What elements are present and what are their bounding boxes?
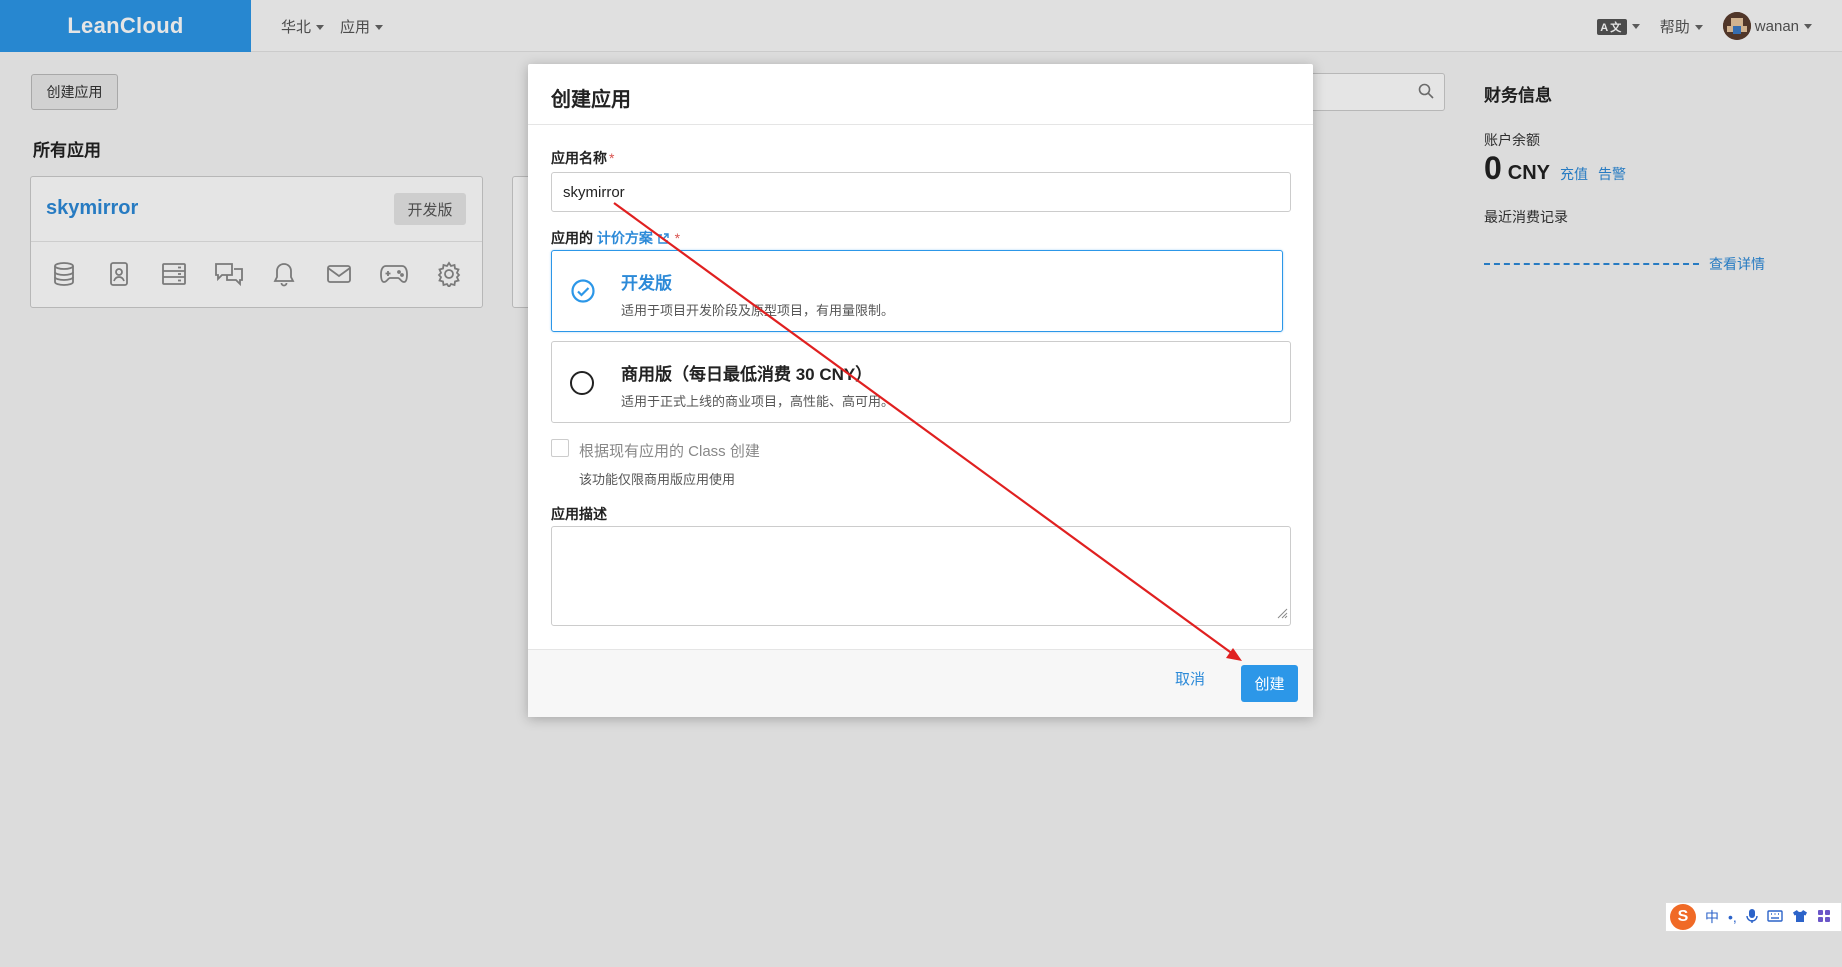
plan-option-commercial[interactable]: 商用版（每日最低消费 30 CNY） 适用于正式上线的商业项目，高性能、高可用。 [551,341,1291,423]
radio-empty-icon [570,371,596,397]
plan-desc: 适用于正式上线的商业项目，高性能、高可用。 [621,394,895,409]
pricing-plan-link[interactable]: 计价方案 [597,230,673,246]
plan-title: 商用版（每日最低消费 30 CNY） [621,365,873,384]
plan-desc: 适用于项目开发阶段及原型项目，有用量限制。 [621,303,895,318]
ime-toolbar[interactable]: S 中 •, [1665,902,1842,932]
pricing-plan-link-text: 计价方案 [596,230,653,246]
class-copy-checkbox[interactable] [551,439,569,457]
keyboard-icon[interactable] [1767,909,1783,925]
plan-label-text: 应用的 [551,230,593,246]
resize-grip-icon[interactable] [1276,606,1288,623]
ime-punctuation[interactable]: •, [1728,909,1737,925]
skin-shirt-icon[interactable] [1792,909,1808,926]
app-desc-label: 应用描述 [551,506,607,522]
check-circle-icon [570,278,596,304]
external-link-icon [658,233,669,244]
app-name-label: 应用名称 * [551,148,614,168]
app-name-label-text: 应用名称 [551,150,607,166]
grid-menu-icon[interactable] [1817,909,1831,926]
required-mark: * [609,150,615,166]
class-copy-label: 根据现有应用的 Class 创建 [579,443,760,460]
plan-option-dev[interactable]: 开发版 适用于项目开发阶段及原型项目，有用量限制。 [551,250,1283,332]
modal-header: 创建应用 [528,64,1313,125]
plan-label: 应用的 计价方案 * [551,228,680,248]
modal-title: 创建应用 [551,89,631,111]
class-copy-help: 该功能仅限商用版应用使用 [579,472,736,487]
plan-title: 开发版 [621,274,672,293]
required-mark: * [674,230,681,246]
app-desc-textarea[interactable] [551,526,1291,626]
ime-mode[interactable]: 中 [1705,907,1719,927]
app-name-input[interactable]: skymirror [551,172,1291,212]
sogou-logo-icon: S [1670,904,1696,930]
microphone-icon[interactable] [1746,908,1758,927]
create-button[interactable]: 创建 [1241,665,1298,702]
cancel-button[interactable]: 取消 [1175,668,1205,689]
create-app-modal: 创建应用 应用名称 * skymirror 应用的 计价方案 * 开发版 适用于项… [528,64,1313,717]
